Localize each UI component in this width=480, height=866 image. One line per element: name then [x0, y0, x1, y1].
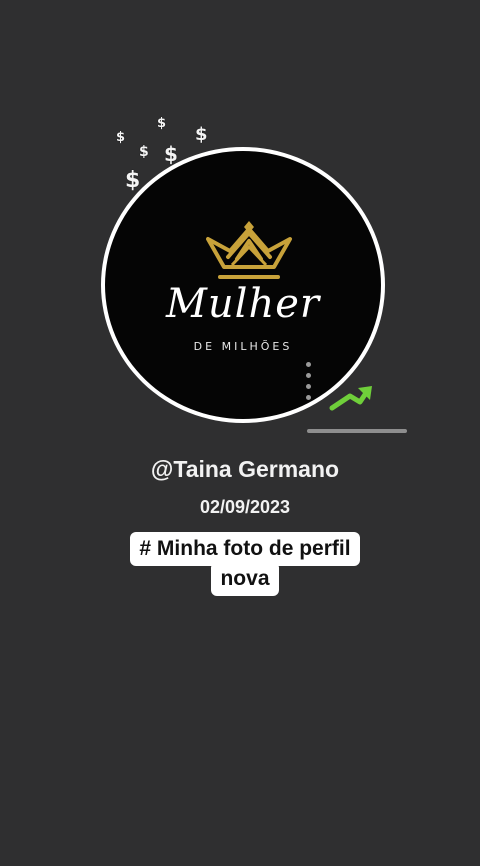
dollar-sign-icon: $ — [195, 124, 208, 145]
logo-wordmark: Mulher — [165, 281, 321, 327]
caption-tag: # Minha foto de perfil nova — [0, 532, 480, 596]
divider-line — [307, 429, 407, 433]
green-arrow-icon — [329, 386, 372, 411]
logo-subtitle: DE MILHÕES — [193, 340, 293, 353]
caption-line-1: # Minha foto de perfil — [130, 532, 360, 566]
dollar-sign-icon: $ — [139, 144, 149, 160]
dollar-sign-icon: $ — [125, 168, 141, 193]
dollar-sign-icon: $ — [157, 116, 167, 131]
crown-icon — [206, 221, 292, 279]
dollar-sign-icon: $ — [116, 130, 126, 145]
three-dots-icon — [306, 362, 314, 406]
caption-line-2: nova — [211, 562, 279, 596]
profile-photo-avatar: Mulher DE MILHÕES — [101, 147, 385, 423]
username-label: @Taina Germano — [150, 456, 340, 482]
post-date: 02/09/2023 — [199, 497, 291, 517]
